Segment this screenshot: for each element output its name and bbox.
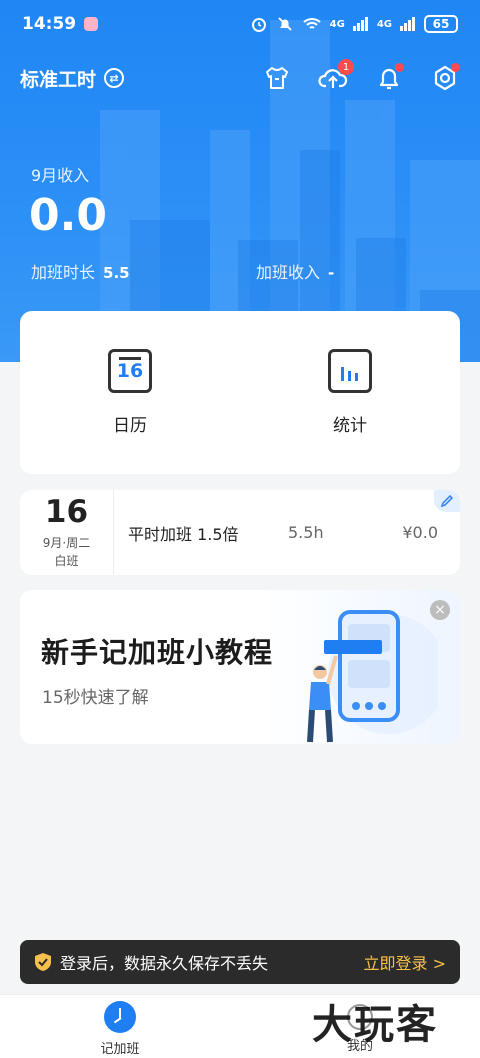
shirt-icon <box>266 67 288 89</box>
settings-dot <box>451 63 460 72</box>
pencil-icon <box>440 494 454 508</box>
work-mode-switch[interactable]: 标准工时 ⇄ <box>20 65 125 92</box>
tutorial-subtitle: 15秒快速了解 <box>42 688 149 708</box>
top-bar: 标准工时 ⇄ 1 <box>0 58 480 98</box>
swap-icon: ⇄ <box>104 68 125 88</box>
edit-record-button[interactable] <box>434 490 460 512</box>
shortcut-card: 16 日历 统计 <box>20 311 460 474</box>
overtime-record-row[interactable]: 16 9月·周二 白班 平时加班 1.5倍 5.5h ¥0.0 <box>20 490 460 575</box>
wifi-icon <box>302 18 321 29</box>
settings-button[interactable] <box>430 63 460 93</box>
overtime-hours: 加班时长 5.5 <box>31 259 130 283</box>
battery-icon: 65 <box>424 15 458 33</box>
overtime-hours-label: 加班时长 <box>31 263 96 282</box>
theme-shirt-button[interactable] <box>262 63 292 93</box>
statistics-label: 统计 <box>333 416 367 436</box>
record-day: 16 <box>44 493 89 530</box>
watermark-logo: 大玩客 <box>312 1001 438 1048</box>
close-tutorial-button[interactable]: × <box>430 600 450 620</box>
shield-icon <box>35 953 51 971</box>
signal-icon <box>352 17 368 31</box>
record-hours: 5.5h <box>288 523 324 542</box>
tutorial-title: 新手记加班小教程 <box>41 636 274 669</box>
clock-icon <box>104 1001 136 1033</box>
overtime-income-label: 加班收入 <box>256 263 321 282</box>
nav-record-overtime[interactable]: 记加班 <box>0 995 240 1058</box>
signal-icon-2 <box>400 17 415 31</box>
record-shift: 白班 <box>54 553 79 568</box>
calendar-icon: 16 <box>108 349 152 393</box>
tutorial-banner[interactable]: 新手记加班小教程 15秒快速了解 × <box>20 590 460 744</box>
signal-4g-label: 4G <box>329 18 345 30</box>
nav-record-label: 记加班 <box>100 1042 140 1057</box>
record-date: 16 9月·周二 白班 <box>20 490 114 575</box>
status-bar: 14:59 4G 4G 65 <box>0 0 480 48</box>
login-prompt-text: 登录后，数据永久保存不丢失 <box>60 954 269 973</box>
login-prompt-bar[interactable]: 登录后，数据永久保存不丢失 立即登录 > <box>20 940 460 984</box>
upload-badge: 1 <box>338 59 354 75</box>
statistics-icon <box>328 349 372 393</box>
month-income-label: 9月收入 <box>31 166 90 185</box>
alarm-icon <box>251 18 266 32</box>
mute-bell-icon <box>278 17 292 31</box>
notification-dot <box>395 63 404 72</box>
status-time: 14:59 <box>22 14 77 34</box>
overtime-income-value: - <box>328 264 335 282</box>
notifications-button[interactable] <box>374 63 404 93</box>
statistics-shortcut[interactable]: 统计 <box>240 311 460 474</box>
work-mode-title: 标准工时 <box>20 68 97 91</box>
record-type: 平时加班 1.5倍 <box>128 524 239 544</box>
overtime-hours-value: 5.5 <box>103 264 130 282</box>
login-now-button[interactable]: 立即登录 > <box>364 950 447 974</box>
record-money: ¥0.0 <box>402 523 438 542</box>
month-income-value: 0.0 <box>29 190 107 241</box>
cloud-upload-button[interactable]: 1 <box>318 59 354 93</box>
calendar-shortcut[interactable]: 16 日历 <box>20 311 240 474</box>
tutorial-illustration <box>307 610 438 743</box>
signal-4g-label-2: 4G <box>376 18 392 30</box>
overtime-income: 加班收入 - <box>256 259 334 283</box>
calendar-label: 日历 <box>113 416 147 436</box>
app-notification-icon <box>84 17 99 31</box>
record-weekday: 9月·周二 <box>42 535 91 550</box>
